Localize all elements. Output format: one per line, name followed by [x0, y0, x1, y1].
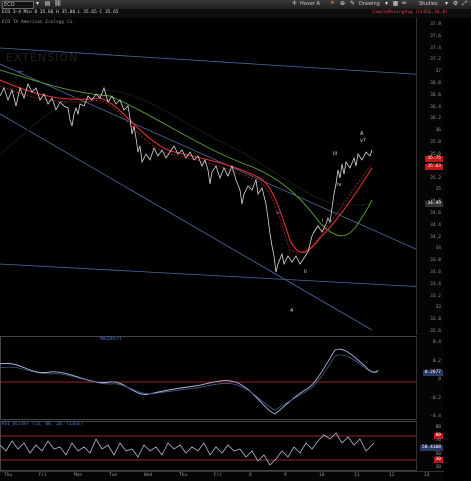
last-price-tag: 35.75: [425, 156, 443, 162]
channel-top-line: [0, 47, 444, 77]
wave-label-i: i: [322, 218, 323, 224]
time-axis-label: 8: [249, 473, 252, 478]
ma-red-dashed-line: [0, 85, 373, 253]
price-readout: ECO 3-4 Min O 35.66 H 35.86 L 35.65 C 35…: [2, 10, 119, 15]
price-axis-tick: 36.4: [430, 104, 441, 110]
price-axis-tick: 33: [435, 305, 441, 311]
price-axis-tick: 37.8: [430, 22, 441, 27]
price-axis-tick: 33.8: [430, 258, 441, 264]
time-axis-label: Thu: [4, 473, 13, 478]
link-icon[interactable]: ⛓: [54, 1, 62, 7]
time-axis-label: Mon: [74, 473, 83, 478]
rsi-axis-tick: 80: [435, 425, 441, 430]
macd-pane[interactable]: MACDHist 0.4 0.2 0 -0.2 -0.4 0.2677: [0, 336, 444, 420]
price-axis[interactable]: 37.8 37.6 37.4 37.2 37 36.8 36.6 36.4 36.2 36 35.8…: [416, 18, 444, 335]
price-axis-tick: 35.2: [430, 175, 441, 181]
time-axis-label: 9: [284, 473, 287, 478]
time-axis-label: 12: [389, 473, 395, 478]
symbol-input[interactable]: ECO: [2, 1, 34, 9]
rsi-axis-tick: 50: [435, 451, 441, 457]
price-axis-tick: 36.8: [430, 81, 441, 87]
price-axis-tick: 33.6: [430, 269, 441, 275]
macd-line: [0, 348, 379, 415]
macd-axis-tick: -0.2: [430, 395, 441, 401]
time-axis-label: 13: [424, 473, 430, 478]
ma-red-tag: 35.63: [425, 164, 443, 170]
macd-value-tag: 0.2677: [422, 370, 443, 376]
time-axis-label: Fri: [39, 473, 48, 478]
macd-axis-tick: 0.4: [432, 340, 441, 345]
price-axis-tick: 33.2: [430, 293, 441, 299]
price-line: [0, 82, 373, 273]
price-chart: ← ← A v? iii iv ii 4 i: [0, 47, 444, 331]
studies-menu[interactable]: Studies: [419, 0, 438, 8]
flag-icon[interactable]: ⚑: [329, 1, 336, 7]
macd-axis-tick: -0.4: [430, 414, 441, 419]
study-readout: SimpleMovingAvg (CLOSE,34,0): [372, 10, 448, 15]
wave-label-a: A: [360, 131, 364, 137]
price-axis-tick: 33.4: [430, 281, 441, 287]
wave-label-iv: iv: [337, 182, 341, 188]
macd-axis-tick: 0: [438, 377, 441, 382]
price-axis-tick: 34.4: [430, 222, 441, 228]
price-axis-tick: 36.2: [430, 116, 441, 122]
price-axis-tick: 37.4: [430, 45, 441, 51]
rsi-axis-tick: 30: [435, 465, 441, 470]
style-icon[interactable]: ✎: [349, 1, 356, 7]
rsi-pane[interactable]: RSI_Wilder (14, 80, 20, CLOSE) 80 70 50 30 …: [0, 421, 444, 471]
chevron-down-icon[interactable]: ▾: [443, 1, 450, 7]
quote-bar: ECO 3-4 Min O 35.66 H 35.86 L 35.65 C 35…: [0, 9, 471, 18]
hover-label[interactable]: Hover A: [300, 0, 320, 8]
horizontal-support-line: [0, 263, 444, 289]
rsi-lower-tag: 30: [433, 457, 443, 463]
time-axis-label: Fri: [214, 473, 223, 478]
price-axis-tick: 36.6: [430, 92, 441, 98]
ma-red-line: [0, 79, 373, 254]
chevron-down-icon[interactable]: ▾: [383, 1, 390, 7]
ma-green-line: [0, 69, 373, 237]
rsi-upper-tag: 80: [433, 433, 443, 439]
settings-icon[interactable]: ⚙: [452, 1, 459, 7]
price-axis-tick: 35.8: [430, 140, 441, 146]
price-axis-tick: 32.8: [430, 317, 441, 323]
price-axis-tick: 35: [435, 187, 441, 193]
pencil-icon[interactable]: ✏: [401, 1, 408, 7]
price-axis-tick: 37: [435, 69, 441, 75]
marker-arrow-right: ←: [276, 209, 282, 217]
zoom-icon[interactable]: ⊕: [339, 1, 346, 7]
drawing-menu[interactable]: Drawing: [359, 0, 380, 8]
marker-arrow-left: ←: [18, 68, 24, 76]
wave-label-v: v?: [360, 138, 366, 144]
price-axis-tick: 34.6: [430, 210, 441, 216]
price-axis-tick: 37.2: [430, 57, 441, 63]
wave-label-ii: ii: [304, 269, 307, 275]
price-pane[interactable]: ECO TA American Ecology Co. EXTENSION ← …: [0, 18, 444, 335]
time-axis-label: 11: [354, 473, 360, 478]
crosshair-icon[interactable]: ✛: [291, 1, 298, 7]
time-axis-label: Tue: [109, 473, 118, 478]
time-axis-label: Thu: [179, 473, 188, 478]
period-icon[interactable]: ▤: [44, 1, 51, 7]
dropdown-icon[interactable]: ▾: [34, 1, 41, 7]
wave-label-iii: iii: [333, 151, 337, 157]
symbol-value: ECO: [4, 2, 15, 8]
time-axis-label: 10: [319, 473, 325, 478]
macd-axis-tick: 0.2: [432, 358, 441, 364]
macd-signal-line: [0, 354, 379, 411]
chart-settings-icon[interactable]: ▦: [392, 1, 399, 7]
channel-upper-line: [0, 63, 419, 251]
price-axis-tick: 34: [435, 246, 441, 252]
price-axis-tick: 32.6: [430, 329, 441, 334]
wave-label-4: 4: [290, 308, 293, 314]
rsi-axis-tick: 70: [435, 438, 441, 444]
price-axis-tick: 36: [435, 128, 441, 134]
price-axis-tick: 37.6: [430, 33, 441, 39]
rsi-value-tag: 58.4108: [420, 445, 443, 451]
price-axis-tick: 34.2: [430, 234, 441, 240]
time-axis-label: Wed: [144, 473, 153, 478]
ma-black-tag: 34.99: [425, 201, 443, 207]
maximize-icon[interactable]: ⤢: [461, 1, 468, 7]
macd-axis[interactable]: 0.4 0.2 0 -0.2 -0.4: [416, 336, 444, 420]
